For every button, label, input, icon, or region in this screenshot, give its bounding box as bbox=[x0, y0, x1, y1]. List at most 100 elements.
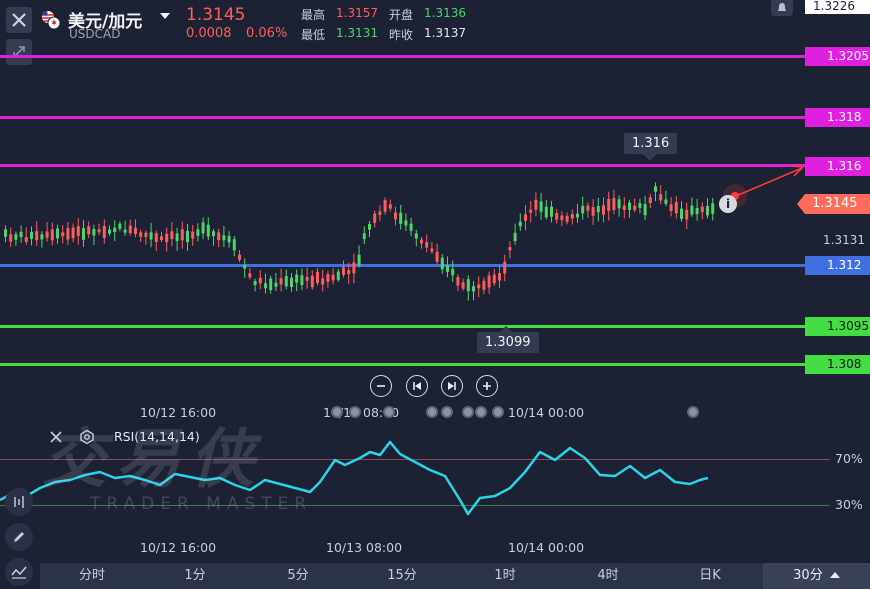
low-price-bubble: 1.3099 bbox=[477, 332, 539, 353]
candle-body bbox=[633, 205, 637, 211]
candle-body bbox=[461, 282, 465, 289]
price-line-1-tag: 1.3205 bbox=[805, 47, 870, 66]
alert-bell-button[interactable] bbox=[771, 0, 793, 16]
candle-body bbox=[154, 233, 158, 242]
event-dot[interactable] bbox=[426, 406, 438, 418]
tab-15min[interactable]: 15分 bbox=[372, 563, 432, 589]
candle-body bbox=[342, 267, 345, 275]
candle-body bbox=[628, 202, 631, 210]
pair-dropdown-caret-icon[interactable] bbox=[160, 13, 170, 19]
event-dot[interactable] bbox=[475, 406, 487, 418]
candle-body bbox=[35, 231, 39, 241]
candle-body bbox=[513, 232, 517, 242]
stat-high-value: 1.3157 bbox=[336, 6, 378, 20]
candle-body bbox=[446, 265, 449, 272]
candle-body bbox=[352, 262, 356, 274]
candle-body bbox=[19, 231, 23, 237]
candle-body bbox=[113, 227, 117, 233]
candle-body bbox=[227, 235, 231, 243]
candle-body bbox=[206, 224, 210, 237]
candle-body bbox=[9, 234, 13, 242]
candle-body bbox=[440, 257, 444, 270]
tab-30min-selected[interactable]: 30分 bbox=[763, 563, 870, 589]
info-icon[interactable]: i bbox=[719, 195, 737, 213]
event-dot[interactable] bbox=[349, 406, 361, 418]
minimize-chart-button[interactable] bbox=[6, 39, 32, 65]
trend-arrow[interactable] bbox=[690, 160, 810, 220]
candle-body bbox=[30, 231, 33, 239]
candle-body bbox=[560, 215, 564, 221]
tab-4hour[interactable]: 4时 bbox=[578, 563, 638, 589]
candle-body bbox=[97, 229, 101, 233]
candle-body bbox=[503, 261, 507, 274]
bell-icon bbox=[778, 3, 786, 12]
candle-body bbox=[316, 271, 319, 283]
candle-body bbox=[414, 233, 418, 239]
pen-icon bbox=[14, 532, 24, 542]
candle-body bbox=[409, 223, 413, 231]
candle-body bbox=[399, 212, 403, 224]
draw-pen-button[interactable] bbox=[5, 523, 33, 551]
candle-body bbox=[212, 231, 215, 237]
candle-body bbox=[357, 254, 361, 266]
candle-body bbox=[243, 265, 247, 269]
rsi-upper-label: 70% bbox=[835, 451, 863, 466]
last-price: 1.3145 bbox=[186, 5, 246, 25]
candle-body bbox=[92, 228, 96, 236]
tab-1min[interactable]: 1分 bbox=[165, 563, 225, 589]
candle-body bbox=[196, 229, 200, 236]
candle-body bbox=[134, 227, 137, 235]
chart-type-button[interactable] bbox=[5, 558, 33, 586]
tab-5min[interactable]: 5分 bbox=[268, 563, 328, 589]
candle-body bbox=[394, 212, 397, 220]
candle-body bbox=[581, 205, 585, 214]
plus-icon bbox=[483, 382, 491, 390]
symbol-code: USDCAD bbox=[69, 27, 121, 41]
candle-body bbox=[108, 229, 111, 234]
candle-body bbox=[76, 226, 80, 236]
price-line-2[interactable] bbox=[0, 116, 805, 119]
candlestick-chart[interactable] bbox=[0, 150, 760, 330]
candle-body bbox=[175, 233, 179, 241]
tab-tick[interactable]: 分时 bbox=[60, 563, 124, 589]
price-line-6[interactable] bbox=[0, 363, 805, 366]
event-dot[interactable] bbox=[492, 406, 504, 418]
candle-body bbox=[300, 275, 304, 285]
close-icon bbox=[12, 13, 26, 27]
candle-body bbox=[607, 198, 611, 211]
candle-body bbox=[451, 268, 455, 276]
usd-cad-flag-icon bbox=[42, 11, 61, 30]
candle-body bbox=[388, 204, 392, 209]
close-button[interactable] bbox=[6, 7, 32, 33]
candle-body bbox=[14, 234, 18, 240]
time-label-bottom-2: 10/13 08:00 bbox=[326, 540, 403, 555]
candle-body bbox=[160, 236, 163, 240]
indicator-tool-button[interactable] bbox=[5, 488, 33, 516]
candle-body bbox=[622, 205, 626, 210]
time-label-top-3: 10/14 00:00 bbox=[508, 405, 585, 420]
jump-start-button[interactable] bbox=[406, 375, 428, 397]
event-dot[interactable] bbox=[462, 406, 474, 418]
candle-body bbox=[264, 283, 267, 289]
price-line-1[interactable] bbox=[0, 55, 805, 58]
zoom-in-button[interactable] bbox=[476, 375, 498, 397]
zoom-out-button[interactable] bbox=[370, 375, 392, 397]
event-dot[interactable] bbox=[383, 406, 395, 418]
candle-body bbox=[305, 277, 309, 281]
candle-body bbox=[472, 286, 475, 292]
jump-end-button[interactable] bbox=[441, 375, 463, 397]
candle-body bbox=[102, 225, 106, 238]
candle-body bbox=[284, 276, 288, 287]
event-dot[interactable] bbox=[441, 406, 453, 418]
rsi-lower-label: 30% bbox=[835, 497, 863, 512]
line-chart-icon bbox=[11, 566, 27, 579]
candle-body bbox=[596, 205, 600, 213]
candle-body bbox=[40, 234, 44, 240]
stat-low-label: 最低 bbox=[301, 28, 326, 42]
candle-body bbox=[258, 277, 262, 284]
tab-daily[interactable]: 日K bbox=[680, 563, 740, 589]
tab-1hour[interactable]: 1时 bbox=[475, 563, 535, 589]
event-dot[interactable] bbox=[331, 406, 343, 418]
event-dot[interactable] bbox=[687, 406, 699, 418]
candle-body bbox=[498, 273, 501, 281]
